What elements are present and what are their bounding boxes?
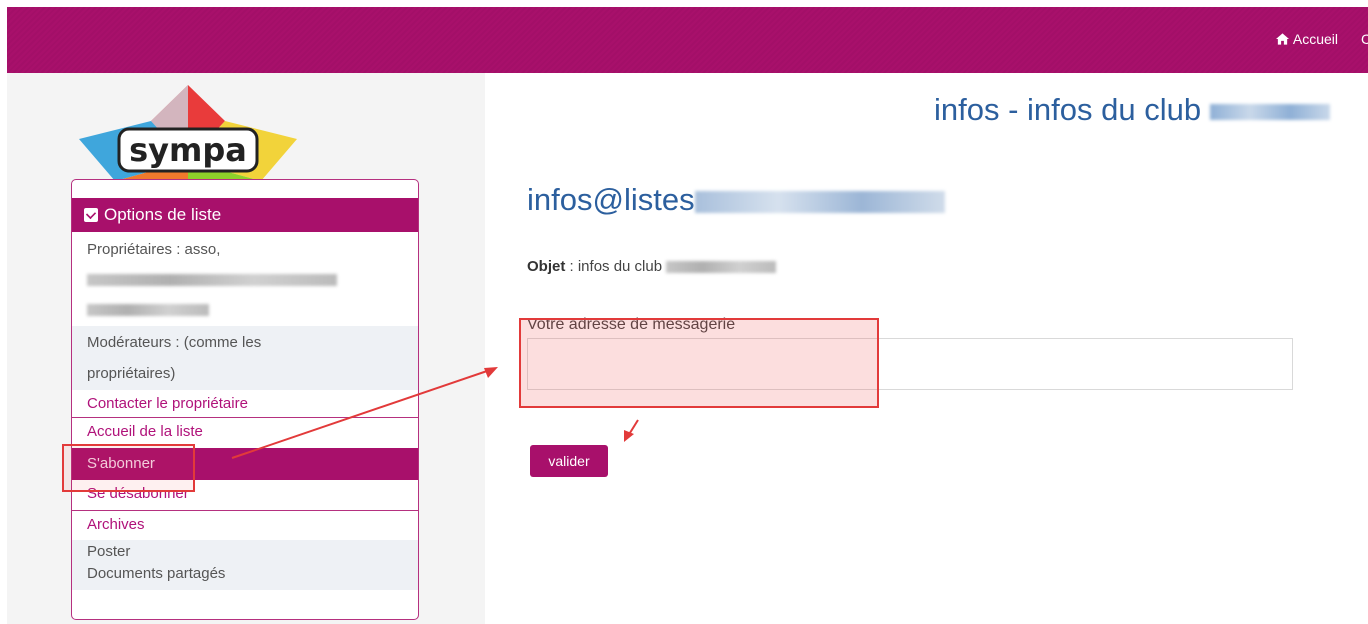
redacted-text bbox=[87, 274, 337, 287]
topbar-cutoff-item[interactable]: C bbox=[1361, 31, 1368, 47]
home-link-label: Accueil bbox=[1292, 31, 1338, 47]
subscribe-highlight-annotation bbox=[62, 444, 195, 492]
sidebar-item-post[interactable]: Poster bbox=[72, 540, 418, 564]
envelope-icon bbox=[84, 208, 98, 222]
arrow-to-submit bbox=[624, 419, 639, 442]
redacted-text bbox=[694, 190, 945, 213]
svg-text:sympa: sympa bbox=[129, 131, 247, 169]
options-header: Options de liste bbox=[72, 198, 418, 232]
top-navigation-bar: Accueil C bbox=[7, 7, 1368, 73]
left-column: sympa Options de liste Propriétaires : a… bbox=[7, 73, 485, 624]
redacted-text bbox=[666, 261, 777, 274]
submit-button[interactable]: valider bbox=[530, 445, 608, 477]
list-address-heading: infos@listes bbox=[527, 182, 945, 218]
owners-blurred-line-2 bbox=[72, 296, 418, 326]
sidebar-item-archives[interactable]: Archives bbox=[72, 510, 418, 540]
moderators-info-line2: propriétaires) bbox=[72, 360, 418, 390]
redacted-text bbox=[1209, 103, 1330, 120]
owners-blurred-line-1 bbox=[72, 266, 418, 293]
page-title: infos - infos du club bbox=[934, 92, 1330, 128]
options-header-label: Options de liste bbox=[104, 205, 222, 224]
subject-value: : infos du club bbox=[569, 258, 663, 275]
home-link[interactable]: Accueil bbox=[1275, 31, 1338, 47]
sidebar-item-contact-owner[interactable]: Contacter le propriétaire bbox=[72, 390, 418, 417]
moderators-info: Modérateurs : (comme les bbox=[72, 326, 418, 360]
owners-info: Propriétaires : asso, bbox=[87, 241, 221, 258]
sidebar-item-shared-documents[interactable]: Documents partagés bbox=[72, 564, 418, 590]
redacted-text bbox=[87, 304, 209, 317]
list-options-panel: Options de liste Propriétaires : asso, M… bbox=[71, 179, 419, 620]
home-icon bbox=[1275, 33, 1289, 45]
email-highlight-annotation bbox=[519, 318, 879, 408]
subject-line: Objet : infos du club bbox=[527, 258, 777, 275]
subject-label: Objet bbox=[527, 258, 566, 275]
